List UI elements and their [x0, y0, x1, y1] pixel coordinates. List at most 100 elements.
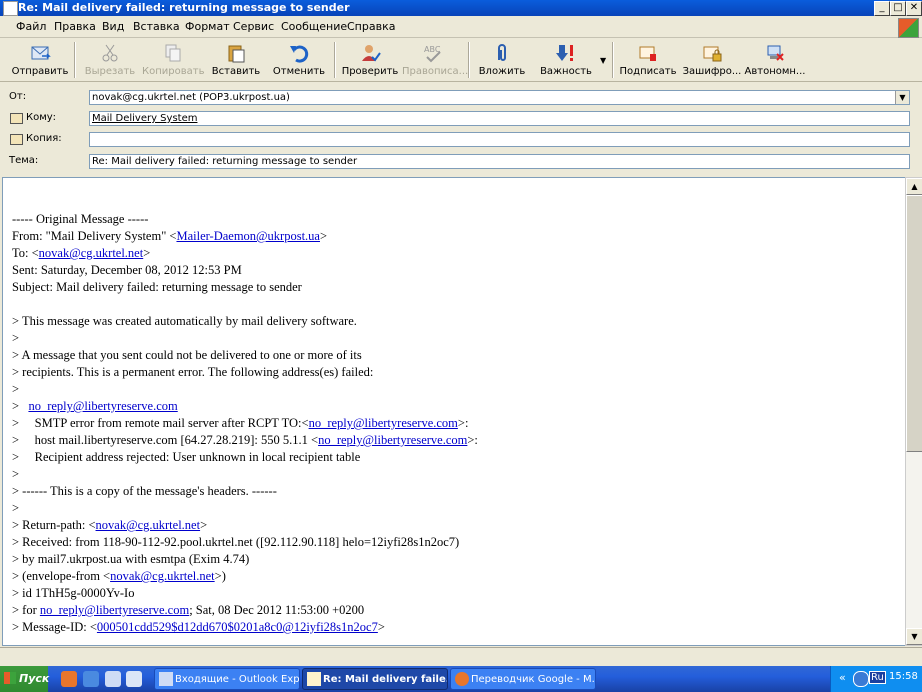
scroll-down-icon[interactable]: ▼ [906, 628, 922, 645]
body-text: > Message-ID: < [12, 620, 97, 634]
check-names-button[interactable]: Проверить [340, 40, 400, 80]
body-line: > [12, 330, 478, 347]
body-line: From: "Mail Delivery System" <Mailer-Dae… [12, 228, 478, 245]
internet-explorer-icon[interactable] [83, 671, 99, 687]
offline-icon [767, 45, 784, 61]
firefox-icon[interactable] [61, 671, 77, 687]
copy-icon [165, 44, 181, 62]
body-line: > for no_reply@libertyreserve.com; Sat, … [12, 602, 478, 619]
outlook-express-icon[interactable] [105, 671, 121, 687]
email-link[interactable]: 000501cdd529$d12dd670$0201a8c0@12iyfi28s… [97, 620, 378, 634]
minimize-button[interactable]: _ [874, 1, 890, 16]
system-tray: « Ru 15:58 [830, 666, 922, 692]
chevron-down-icon[interactable]: ▼ [895, 91, 909, 104]
tray-expand-icon[interactable]: « [839, 671, 846, 684]
scrollbar-thumb[interactable] [906, 195, 922, 452]
menu-bar: Файл Правка Вид Вставка Формат Сервис Со… [0, 17, 922, 38]
show-desktop-icon[interactable] [126, 671, 142, 687]
email-link[interactable]: no_reply@libertyreserve.com [309, 416, 458, 430]
body-line: To: <novak@cg.ukrtel.net> [12, 245, 478, 262]
toolbar: Отправить Вырезать Копировать Вставить О… [0, 38, 922, 82]
scroll-up-icon[interactable]: ▲ [906, 178, 922, 195]
clock[interactable]: 15:58 [889, 671, 918, 682]
window-titlebar[interactable]: Re: Mail delivery failed: returning mess… [0, 0, 922, 16]
body-line: > (envelope-from <novak@cg.ukrtel.net>) [12, 568, 478, 585]
maximize-button[interactable]: □ [890, 1, 906, 16]
copy-button[interactable]: Копировать [142, 40, 204, 80]
email-link[interactable]: no_reply@libertyreserve.com [28, 399, 177, 413]
address-book-icon[interactable] [10, 134, 23, 145]
email-link[interactable]: novak@cg.ukrtel.net [96, 518, 201, 532]
body-text: > [12, 331, 20, 345]
menu-message[interactable]: Сообщение [281, 20, 347, 33]
paste-button[interactable]: Вставить [208, 40, 264, 80]
send-icon [31, 46, 51, 60]
language-indicator[interactable]: Ru [869, 671, 886, 684]
body-line: > [12, 466, 478, 483]
check-names-icon [362, 45, 381, 62]
body-text: > [12, 382, 20, 396]
menu-help[interactable]: Справка [347, 20, 395, 33]
body-line: > Received: from 118-90-112-92.pool.ukrt… [12, 534, 478, 551]
taskbar-item-translate[interactable]: Переводчик Google - M... [450, 668, 596, 690]
body-text: >: [467, 433, 478, 447]
spelling-icon: ABC [424, 45, 441, 63]
body-text: To: < [12, 246, 39, 260]
body-text: Subject: Mail delivery failed: returning… [12, 280, 302, 294]
help-icon[interactable] [853, 671, 869, 687]
body-line: ----- Original Message ----- [12, 211, 478, 228]
priority-dropdown-arrow-icon[interactable]: ▼ [600, 56, 606, 65]
sign-button[interactable]: Подписать [618, 40, 678, 80]
to-label[interactable]: Кому: [26, 112, 56, 123]
priority-button[interactable]: Важность [536, 40, 596, 80]
body-text: > [12, 399, 29, 413]
subject-field[interactable]: Re: Mail delivery failed: returning mess… [89, 154, 910, 169]
to-field[interactable]: Mail Delivery System [89, 111, 910, 126]
body-text: Sent: Saturday, December 08, 2012 12:53 … [12, 263, 242, 277]
spelling-button[interactable]: ABC Правописа... [402, 40, 468, 80]
vertical-scrollbar[interactable]: ▲ ▼ [905, 177, 922, 646]
address-book-icon[interactable] [10, 113, 23, 124]
start-button[interactable]: Пуск [0, 666, 49, 692]
menu-file[interactable]: Файл [16, 20, 46, 33]
body-text: > [200, 518, 208, 532]
email-link[interactable]: novak@cg.ukrtel.net [110, 569, 215, 583]
paste-icon [228, 45, 245, 63]
taskbar-item-message[interactable]: Re: Mail delivery faile... [302, 668, 448, 690]
body-text: > SMTP error from remote mail server aft… [12, 416, 309, 430]
body-text: >) [214, 569, 226, 583]
encrypt-button[interactable]: Зашифро... [682, 40, 742, 80]
body-text: > ------ This is a copy of the message's… [12, 484, 277, 498]
menu-insert[interactable]: Вставка [133, 20, 180, 33]
email-link[interactable]: novak@cg.ukrtel.net [39, 246, 144, 260]
firefox-icon [455, 672, 469, 686]
window-title: Re: Mail delivery failed: returning mess… [18, 1, 350, 14]
body-text: > for [12, 603, 40, 617]
menu-edit[interactable]: Правка [54, 20, 96, 33]
offline-button[interactable]: Автономн... [744, 40, 806, 80]
cut-button[interactable]: Вырезать [82, 40, 138, 80]
taskbar-item-inbox[interactable]: Входящие - Outlook Exp... [154, 668, 300, 690]
cc-field[interactable] [89, 132, 910, 147]
email-link[interactable]: no_reply@libertyreserve.com [40, 603, 189, 617]
attach-button[interactable]: Вложить [474, 40, 530, 80]
close-button[interactable]: ✕ [906, 1, 922, 16]
send-button[interactable]: Отправить [8, 40, 72, 80]
body-text: > [12, 467, 20, 481]
body-line: > This message was created automatically… [12, 313, 478, 330]
outlook-express-icon [159, 672, 173, 686]
menu-view[interactable]: Вид [102, 20, 124, 33]
undo-button[interactable]: Отменить [270, 40, 328, 80]
body-text: >: [457, 416, 469, 430]
message-body[interactable]: ----- Original Message ----- From: "Mail … [2, 177, 906, 646]
body-line: > id 1ThH5g-0000Yv-Io [12, 585, 478, 602]
email-link[interactable]: Mailer-Daemon@ukrpost.ua [176, 229, 320, 243]
body-text: > [12, 501, 20, 515]
body-text: > Received: from 118-90-112-92.pool.ukrt… [12, 535, 460, 549]
email-link[interactable]: no_reply@libertyreserve.com [318, 433, 467, 447]
cc-label[interactable]: Копия: [26, 133, 62, 144]
message-text[interactable]: ----- Original Message ----- From: "Mail … [12, 211, 478, 636]
menu-format[interactable]: Формат [185, 20, 230, 33]
menu-tools[interactable]: Сервис [233, 20, 274, 33]
from-select[interactable]: novak@cg.ukrtel.net (POP3.ukrpost.ua) ▼ [89, 90, 910, 105]
